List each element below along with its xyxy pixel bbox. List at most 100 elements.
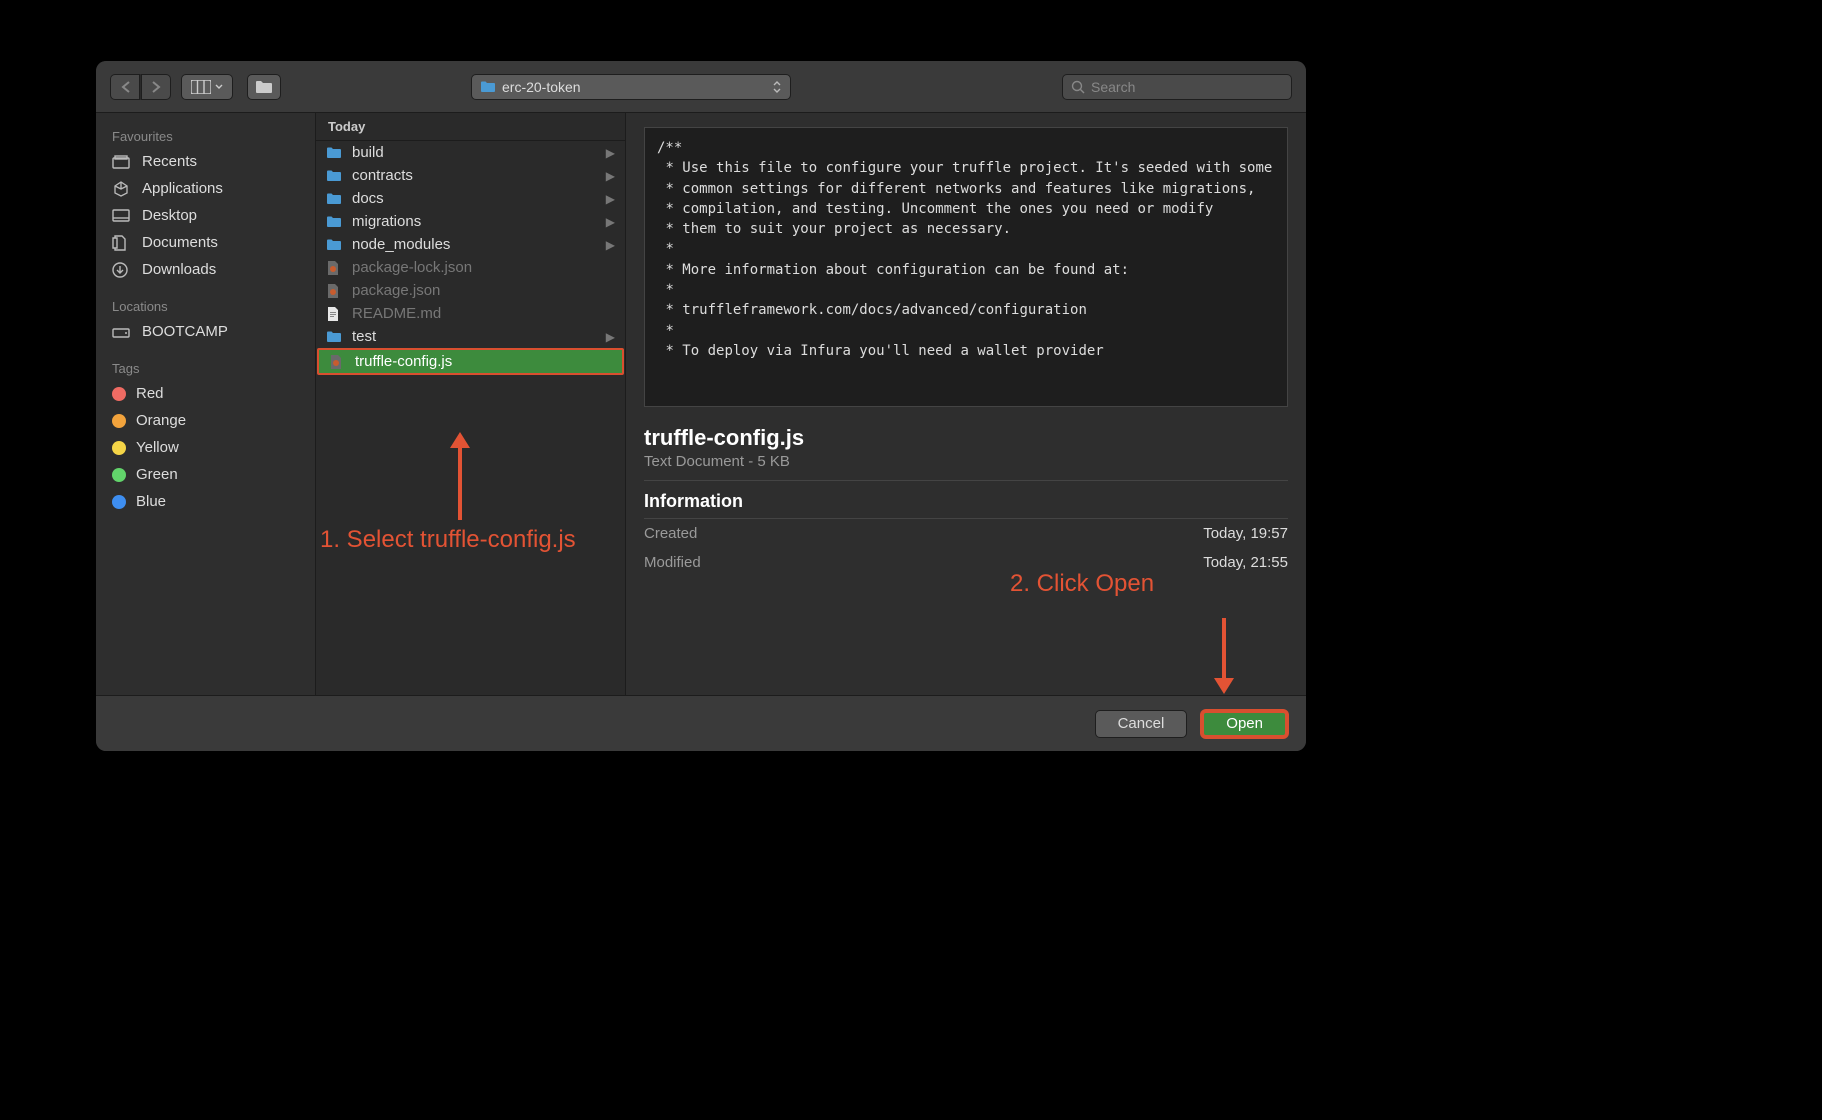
downloads-icon [112, 262, 132, 278]
file-row[interactable]: migrations▶ [316, 210, 625, 233]
documents-icon [112, 235, 132, 251]
file-row[interactable]: test▶ [316, 325, 625, 348]
sidebar-item-label: Yellow [136, 439, 179, 456]
file-name: README.md [352, 305, 441, 322]
file-name: contracts [352, 167, 413, 184]
info-row-created: Created Today, 19:57 [644, 519, 1288, 548]
tag-dot-icon [112, 387, 126, 401]
search-icon [1071, 80, 1085, 94]
file-icon [326, 260, 344, 276]
code-preview: /** * Use this file to configure your tr… [644, 127, 1288, 407]
forward-button[interactable] [141, 74, 171, 100]
file-list: build▶contracts▶docs▶migrations▶node_mod… [316, 141, 625, 695]
chevron-down-icon [215, 84, 223, 90]
sidebar: Favourites Recents Applications Desktop … [96, 113, 316, 695]
file-row[interactable]: package.json [316, 279, 625, 302]
updown-icon [772, 80, 782, 94]
new-folder-button[interactable] [247, 74, 281, 100]
sidebar-item-label: Blue [136, 493, 166, 510]
file-row[interactable]: README.md [316, 302, 625, 325]
sidebar-item-recents[interactable]: Recents [96, 148, 315, 175]
recents-icon [112, 155, 132, 169]
sidebar-item-bootcamp[interactable]: BOOTCAMP [96, 318, 315, 345]
file-row[interactable]: contracts ▶ [316, 164, 625, 187]
back-button[interactable] [110, 74, 140, 100]
preview-file-subtitle: Text Document - 5 KB [644, 453, 1288, 481]
sidebar-item-label: Applications [142, 180, 223, 197]
sidebar-item-label: Documents [142, 234, 218, 251]
current-folder-label: erc-20-token [502, 79, 581, 95]
folder-icon [326, 170, 344, 182]
folder-icon [326, 239, 344, 251]
file-name: package.json [352, 282, 440, 299]
file-row[interactable]: build ▶ [316, 141, 625, 164]
file-column-header: Today [316, 113, 625, 141]
sidebar-header-favourites: Favourites [96, 123, 315, 148]
sidebar-tag-green[interactable]: Green [96, 461, 315, 488]
info-value: Today, 21:55 [1203, 554, 1288, 571]
sidebar-item-label: Orange [136, 412, 186, 429]
sidebar-tag-orange[interactable]: Orange [96, 407, 315, 434]
sidebar-item-downloads[interactable]: Downloads [96, 256, 315, 283]
folder-icon [326, 331, 344, 343]
file-row[interactable]: node_modules ▶ [316, 233, 625, 256]
view-mode-button[interactable] [181, 74, 233, 100]
sidebar-tag-blue[interactable]: Blue [96, 488, 315, 515]
file-column: Today build▶contracts▶docs▶migrations▶no… [316, 113, 626, 695]
file-name: build [352, 144, 384, 161]
nav-group [110, 74, 171, 100]
sidebar-item-label: Green [136, 466, 178, 483]
toolbar: erc-20-token Search [96, 61, 1306, 113]
folder-icon [326, 147, 344, 159]
sidebar-tag-red[interactable]: Red [96, 380, 315, 407]
sidebar-item-label: BOOTCAMP [142, 323, 228, 340]
file-name: package-lock.json [352, 259, 472, 276]
sidebar-item-applications[interactable]: Applications [96, 175, 315, 202]
preview-column: /** * Use this file to configure your tr… [626, 113, 1306, 695]
search-input[interactable]: Search [1062, 74, 1292, 100]
chevron-right-icon: ▶ [606, 192, 615, 206]
file-row[interactable]: docs ▶ [316, 187, 625, 210]
file-row[interactable]: package-lock.json [316, 256, 625, 279]
info-label: Modified [644, 554, 701, 571]
folder-icon [480, 81, 496, 93]
sidebar-header-tags: Tags [96, 355, 315, 380]
file-open-dialog: erc-20-token Search Favourites Recents A… [96, 61, 1306, 751]
sidebar-tag-yellow[interactable]: Yellow [96, 434, 315, 461]
path-dropdown[interactable]: erc-20-token [471, 74, 791, 100]
info-value: Today, 19:57 [1203, 525, 1288, 542]
preview-info-header: Information [644, 491, 1288, 519]
info-row-modified: Modified Today, 21:55 [644, 548, 1288, 577]
search-placeholder: Search [1091, 79, 1135, 95]
sidebar-item-label: Desktop [142, 207, 197, 224]
sidebar-item-label: Downloads [142, 261, 216, 278]
sidebar-item-label: Red [136, 385, 164, 402]
applications-icon [112, 181, 132, 197]
sidebar-item-desktop[interactable]: Desktop [96, 202, 315, 229]
sidebar-item-documents[interactable]: Documents [96, 229, 315, 256]
chevron-right-icon: ▶ [606, 238, 615, 252]
sidebar-header-locations: Locations [96, 293, 315, 318]
file-icon [326, 283, 344, 299]
file-name: docs [352, 190, 384, 207]
tag-dot-icon [112, 495, 126, 509]
tag-dot-icon [112, 441, 126, 455]
folder-plus-icon [255, 80, 273, 94]
tag-dot-icon [112, 468, 126, 482]
columns-icon [191, 80, 211, 94]
disk-icon [112, 325, 132, 339]
desktop-icon [112, 209, 132, 223]
chevron-right-icon: ▶ [606, 146, 615, 160]
file-name: node_modules [352, 236, 450, 253]
dialog-footer: Cancel Open [96, 695, 1306, 751]
file-row[interactable]: truffle-config.js [317, 348, 624, 375]
cancel-button[interactable]: Cancel [1095, 710, 1188, 738]
content-area: Favourites Recents Applications Desktop … [96, 113, 1306, 695]
file-icon [326, 306, 344, 322]
chevron-right-icon: ▶ [606, 169, 615, 183]
info-label: Created [644, 525, 697, 542]
chevron-right-icon: ▶ [606, 215, 615, 229]
chevron-right-icon: ▶ [606, 330, 615, 344]
file-name: truffle-config.js [355, 353, 452, 370]
open-button[interactable]: Open [1201, 710, 1288, 738]
